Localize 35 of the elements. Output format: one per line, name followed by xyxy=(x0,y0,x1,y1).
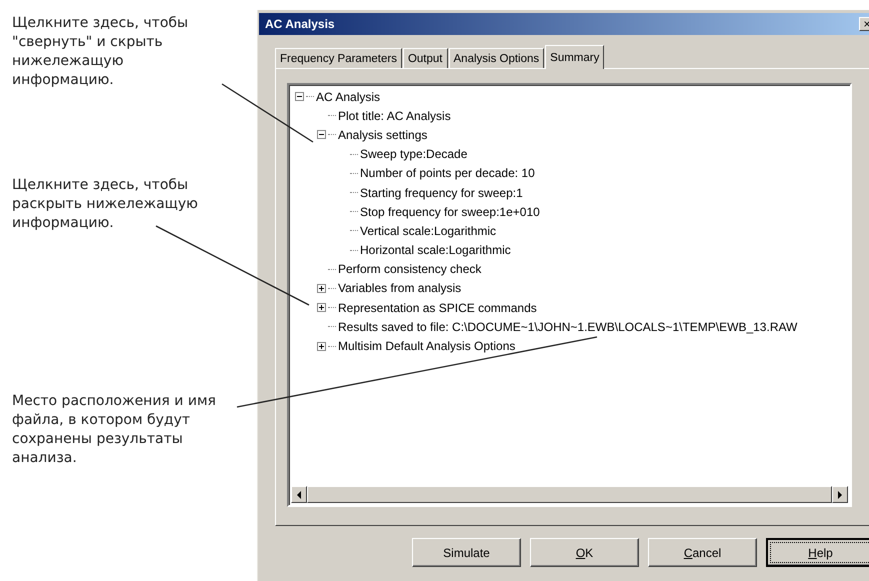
tree-item[interactable]: Perform consistency check xyxy=(338,262,482,276)
window-title: AC Analysis xyxy=(265,17,336,31)
expander-button[interactable] xyxy=(295,92,304,102)
tree-item[interactable]: Number of points per decade: 10 xyxy=(360,166,535,180)
tree-item[interactable]: Horizontal scale:Logarithmic xyxy=(360,243,511,258)
callout-text: Место расположения и имя файла, в котором будут сохранены результаты анализа. xyxy=(12,392,217,468)
dialog-button[interactable]: Cancel xyxy=(648,538,757,567)
tree-item[interactable]: Starting frequency for sweep:1 xyxy=(360,186,523,200)
callout-text: Щелкните здесь, чтобы раскрыть нижележащую информацию. xyxy=(12,176,199,233)
right-arrow-icon xyxy=(838,490,842,498)
tree-item[interactable]: Stop frequency for sweep:1e+010 xyxy=(360,204,540,219)
left-arrow-icon xyxy=(296,490,302,498)
tree-item[interactable]: Plot title: AC Analysis xyxy=(338,108,451,123)
callout-text: Щелкните здесь, чтобы "свернуть" и скрыть нижележащую информацию. xyxy=(12,14,190,90)
dialog-button[interactable]: Help xyxy=(766,538,869,567)
expander-button[interactable] xyxy=(317,130,326,140)
expander-button[interactable] xyxy=(317,303,326,312)
dialog-button[interactable]: Simulate xyxy=(412,538,521,567)
tab[interactable]: Analysis Options xyxy=(448,48,544,68)
expander-button[interactable] xyxy=(317,342,326,351)
tree-item[interactable]: Multisim Default Analysis Options xyxy=(338,339,516,354)
tree-item[interactable]: Analysis settings xyxy=(338,128,428,142)
scroll-right-button[interactable] xyxy=(832,486,848,503)
tab[interactable]: Output xyxy=(402,48,448,68)
tree-item[interactable]: Vertical scale:Logarithmic xyxy=(360,224,496,238)
tab[interactable]: Frequency Parameters xyxy=(275,48,402,68)
expander-button[interactable] xyxy=(317,284,326,293)
scroll-left-button[interactable] xyxy=(291,486,307,503)
tree-item[interactable]: AC Analysis xyxy=(316,90,380,104)
tree-item[interactable]: Sweep type:Decade xyxy=(360,147,468,162)
dialog-button[interactable]: OK xyxy=(530,538,639,567)
tree-item[interactable]: Representation as SPICE commands xyxy=(338,300,537,315)
tab[interactable]: Summary xyxy=(545,45,604,69)
tree-item[interactable]: Variables from analysis xyxy=(338,281,462,296)
tree-item[interactable]: Results saved to file: C:\DOCUME~1\JOHN~1.EWB\LOCALS~1\TEMP\EWB_13.RAW xyxy=(338,320,798,334)
